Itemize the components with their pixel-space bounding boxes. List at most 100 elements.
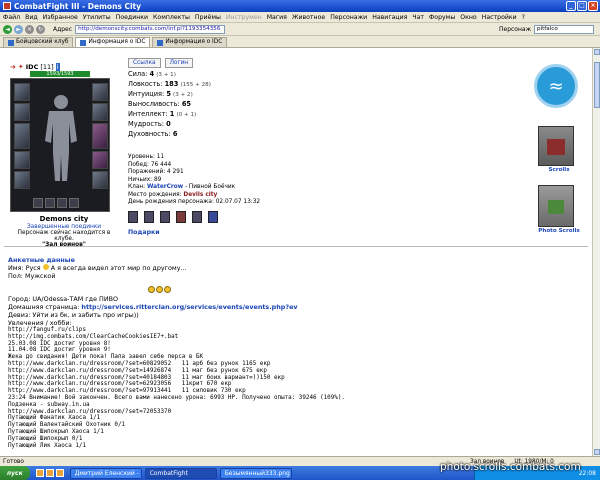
stat-row: Выносливость: 65 [128, 100, 298, 110]
belt-slot[interactable] [14, 171, 30, 189]
shield-slot[interactable] [92, 123, 108, 149]
tab-fight-club[interactable]: Бойцовский клуб [3, 37, 74, 47]
divider [4, 246, 588, 247]
badge-icon[interactable] [144, 210, 154, 223]
menu-navigation[interactable]: Навигация [372, 14, 407, 21]
menu-file[interactable]: Файл [3, 14, 20, 21]
badge-icon[interactable] [128, 210, 138, 223]
info-icon[interactable]: i [55, 62, 60, 71]
armor-slot[interactable] [14, 151, 30, 169]
arrow-icon: ➜ [10, 62, 16, 71]
hobby-line: http://www.darkclan.ru/dressroom/?set=60… [8, 360, 271, 367]
maximize-button[interactable]: □ [577, 1, 587, 11]
homepage-label: Домашняя страница: [8, 303, 82, 311]
person-input[interactable]: pitfalco [534, 24, 594, 34]
menu-help[interactable]: ? [522, 14, 525, 21]
scrolls-icon[interactable] [538, 126, 574, 166]
tab-info-idc[interactable]: Информация о IDC [75, 37, 151, 47]
homepage-link[interactable]: http://services.ritterclan.org/services/… [81, 303, 297, 311]
refresh-icon[interactable]: ↻ [36, 24, 45, 34]
hobby-line: Путающий Шипокрыл Хаоса 1/1 [8, 428, 104, 435]
stat-value: 1 [169, 110, 175, 118]
profile-section: Анкетные данные Имя: Руся А я всегда вид… [8, 256, 528, 449]
stat-label: Мудрость: [128, 120, 164, 128]
person-label: Персонаж [499, 25, 531, 33]
stat-row: Мудрость: 0 [128, 120, 298, 130]
ring-slot[interactable] [45, 198, 55, 208]
badge-icon[interactable] [192, 210, 202, 223]
ring-slot[interactable] [69, 198, 79, 208]
menu-characters[interactable]: Персонажи [330, 14, 367, 21]
minimize-button[interactable]: _ [566, 1, 576, 11]
menu-favorites[interactable]: Избранное [43, 14, 78, 21]
leggings-slot[interactable] [92, 151, 108, 169]
hobby-line: Жека до свидания! Дети пока! Папа завел … [8, 354, 204, 361]
menu-chat[interactable]: Чат [412, 14, 424, 21]
boots-slot[interactable] [92, 171, 108, 189]
hobby-line: Подзенка - subway.in.ua [8, 401, 90, 408]
scroll-thumb[interactable] [594, 62, 600, 108]
login-button[interactable]: Логин [164, 58, 194, 68]
menu-fights[interactable]: Поединки [116, 14, 148, 21]
link-button[interactable]: Ссылка [128, 58, 161, 68]
ring-slot[interactable] [33, 198, 43, 208]
smiley-icon [164, 286, 171, 293]
smiley-icon [42, 264, 49, 270]
quick-launch-icon[interactable] [55, 469, 64, 477]
stats-buttons: Ссылка Логин [128, 58, 298, 68]
amulet-slot[interactable] [14, 103, 30, 121]
gifts-link[interactable]: Подарки [128, 229, 298, 236]
stat-value: 5 [166, 90, 171, 98]
scroll-down-icon[interactable] [594, 449, 600, 455]
stat-extra: (3 + 1) [156, 72, 176, 78]
taskbar-item[interactable]: Безымянный333.png ... [219, 467, 292, 479]
quick-launch-icon[interactable] [45, 469, 54, 477]
gloves-slot[interactable] [92, 103, 108, 121]
window-titlebar: CombatFight III - Demons City _ □ × [0, 0, 600, 12]
menu-techniques[interactable]: Приёмы [195, 14, 221, 21]
close-button[interactable]: × [588, 1, 598, 11]
address-input[interactable]: http://demonscity.combats.com/inf.pl?119… [75, 24, 226, 34]
taskbar-item[interactable]: Дмитрий Еленский - ... [69, 467, 142, 479]
back-icon[interactable]: ◄ [3, 24, 12, 34]
helmet-slot[interactable] [14, 83, 30, 101]
photo-scrolls-label[interactable]: Photo Scrolls [534, 228, 584, 234]
taskbar-item[interactable]: CombatFight [144, 467, 217, 479]
stat-label: Интуиция: [128, 90, 165, 98]
name-text: Имя: Руся [8, 264, 41, 272]
weapon-slot[interactable] [14, 123, 30, 149]
forward-icon[interactable]: ► [14, 24, 23, 34]
menu-window[interactable]: Окно [460, 14, 476, 21]
menu-sets[interactable]: Комплекты [153, 14, 190, 21]
stat-row: Интуиция: 5 (3 + 2) [128, 90, 298, 100]
badge-icon[interactable] [160, 210, 170, 223]
menu-utilities[interactable]: Утилиты [83, 14, 111, 21]
hobby-line: Путающий Фанатик Хаоса 1/1 [8, 415, 101, 422]
clan-link[interactable]: WaterCrow [147, 184, 183, 190]
menu-forums[interactable]: Форумы [429, 14, 455, 21]
stop-icon[interactable]: × [25, 24, 34, 34]
hobby-line: Путающий Валентайский Охотник 0/1 [8, 422, 126, 429]
tab-info-idc-2[interactable]: Информация о IDC [152, 37, 228, 47]
menu-view[interactable]: Вид [25, 14, 38, 21]
menu-animal[interactable]: Животное [292, 14, 325, 21]
menu-settings[interactable]: Настройки [482, 14, 517, 21]
stat-row: Ловкость: 183 (155 + 28) [128, 80, 298, 90]
menu-magic[interactable]: Магия [267, 14, 287, 21]
badge-icon[interactable] [176, 210, 186, 223]
scroll-up-icon[interactable] [594, 49, 600, 55]
water-emblem-icon[interactable]: ≈ [534, 64, 578, 108]
photo-scrolls-icon[interactable] [538, 185, 574, 227]
stat-extra: (0 + 1) [176, 112, 197, 118]
earring-slot[interactable] [92, 83, 108, 101]
stat-label: Интеллект: [128, 110, 168, 118]
profile-name: Имя: Руся А я всегда видел этот мир по д… [8, 264, 528, 272]
smiley-icon [148, 286, 155, 293]
scrolls-label[interactable]: Scrolls [534, 167, 584, 173]
vertical-scrollbar[interactable] [592, 48, 600, 456]
start-button[interactable]: пуск [0, 466, 30, 480]
quick-launch-icon[interactable] [35, 469, 44, 477]
badge-icon[interactable] [208, 210, 218, 223]
ring-slot[interactable] [57, 198, 67, 208]
character-silhouette [45, 95, 77, 181]
